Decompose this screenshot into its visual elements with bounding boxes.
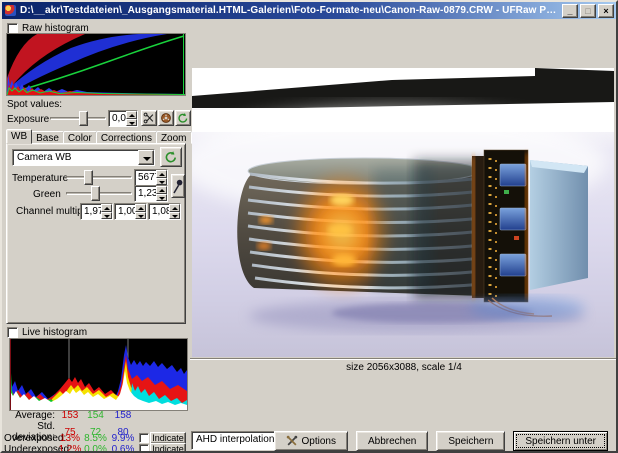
clip-highlights-button[interactable] <box>141 110 157 126</box>
spin-down-icon[interactable] <box>156 194 167 202</box>
multiplier-green-spinbox[interactable]: 1,00 <box>114 203 147 220</box>
preview-status: size 2056x3088, scale 1/4 <box>190 362 618 373</box>
spin-down-icon[interactable] <box>126 119 137 127</box>
spin-up-icon[interactable] <box>101 204 112 212</box>
spin-down-icon[interactable] <box>156 178 167 186</box>
temperature-spinbox[interactable]: 5677 <box>134 169 168 186</box>
indicate-underexposed-checkbox[interactable] <box>139 444 149 453</box>
green-label: Green <box>33 189 61 200</box>
tools-icon <box>286 435 298 447</box>
temperature-label: Temperature <box>12 173 68 184</box>
multiplier-blue-spinbox[interactable]: 1,08 <box>148 203 181 220</box>
spin-up-icon[interactable] <box>135 204 146 212</box>
settings-tabs: WB Base Color Corrections Zoom EXIF <box>6 129 222 144</box>
ufraw-window: D:\__akr\Testdateien\_Ausgangsmaterial.H… <box>0 0 618 453</box>
film-icon <box>160 112 172 124</box>
live-histogram-plot <box>10 339 187 410</box>
restore-highlights-button[interactable] <box>158 110 174 126</box>
multiplier-red-spinbox[interactable]: 1,97 <box>80 203 113 220</box>
reset-exposure-button[interactable] <box>175 110 191 126</box>
refresh-icon <box>164 150 178 164</box>
save-button[interactable]: Speichern <box>436 431 505 451</box>
stats-row-std-deviation: Std. deviation: 75 72 80 <box>4 421 186 432</box>
spin-down-icon[interactable] <box>101 212 112 220</box>
minimize-button[interactable]: _ <box>562 4 578 18</box>
window-title: D:\__akr\Testdateien\_Ausgangsmaterial.H… <box>20 5 562 16</box>
raw-histogram <box>6 33 186 96</box>
stats-row-underexposed: Underexposed: 1.2% 0.0% 0.6% Indicate <box>4 443 186 453</box>
stats-row-overexposed: Overexposed: 13% 8.5% 9.9% Indicate <box>4 432 186 443</box>
save-as-button[interactable]: Speichern unter <box>513 431 608 451</box>
spin-up-icon[interactable] <box>156 170 167 178</box>
stats-row-average: Average: 153 154 158 <box>4 410 186 421</box>
live-histogram-label: Live histogram <box>22 327 87 338</box>
spin-down-icon[interactable] <box>135 212 146 220</box>
spot-values-label: Spot values: <box>7 99 62 110</box>
live-histogram-checkbox[interactable] <box>7 327 18 338</box>
wb-preset-combobox[interactable]: Camera WB <box>12 149 155 166</box>
chevron-down-icon[interactable] <box>138 150 154 165</box>
green-spinbox[interactable]: 1,23 <box>134 185 168 202</box>
green-slider[interactable] <box>66 186 132 201</box>
exposure-spinbox[interactable]: 0,00 <box>108 110 138 127</box>
temperature-slider[interactable] <box>66 170 132 185</box>
preview-image[interactable] <box>192 68 614 357</box>
spin-up-icon[interactable] <box>169 204 180 212</box>
exposure-slider[interactable] <box>50 111 106 126</box>
options-button[interactable]: Options <box>274 431 348 451</box>
action-buttons: Options Abbrechen Speichern Speichern un… <box>274 431 608 451</box>
tab-wb[interactable]: WB <box>6 129 32 144</box>
indicate-underexposed-button[interactable]: Indicate <box>150 443 186 453</box>
maximize-button[interactable]: □ <box>580 4 596 18</box>
eyedropper-icon <box>173 178 183 194</box>
spot-wb-button[interactable] <box>171 174 185 198</box>
refresh-icon <box>177 112 189 124</box>
app-icon <box>5 5 16 16</box>
reset-wb-button[interactable] <box>160 147 182 167</box>
raw-histogram-plot <box>7 34 185 95</box>
indicate-overexposed-checkbox[interactable] <box>139 433 149 443</box>
close-button[interactable]: × <box>598 4 614 18</box>
spin-up-icon[interactable] <box>156 186 167 194</box>
live-histogram <box>9 338 188 411</box>
scissors-icon <box>143 112 155 124</box>
cancel-button[interactable]: Abbrechen <box>356 431 428 451</box>
exposure-label: Exposure <box>7 114 49 125</box>
status-separator <box>190 358 618 360</box>
spin-down-icon[interactable] <box>169 212 180 220</box>
title-bar[interactable]: D:\__akr\Testdateien\_Ausgangsmaterial.H… <box>2 2 616 19</box>
spin-up-icon[interactable] <box>126 111 137 119</box>
